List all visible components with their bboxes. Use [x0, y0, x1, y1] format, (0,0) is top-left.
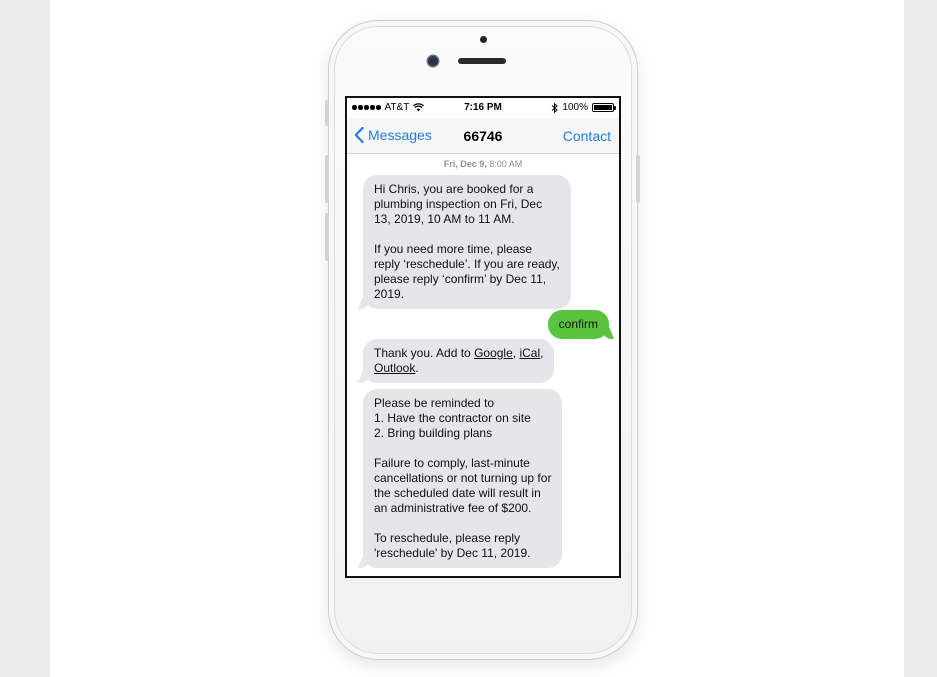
message-text: . [415, 361, 419, 375]
message-line: Please be reminded to [374, 396, 495, 410]
message-spacer [374, 516, 551, 531]
message-line: If you need more time, please [374, 242, 533, 256]
ical-link[interactable]: iCal [519, 346, 540, 360]
message-bubble-incoming: Hi Chris, you are booked for a plumbing … [363, 175, 571, 309]
proximity-sensor [480, 36, 487, 43]
phone-screen: AT&T 7:16 PM 100% Messages 66746 Contact… [345, 96, 621, 578]
contact-button[interactable]: Contact [563, 128, 611, 144]
message-line: please reply ‘confirm’ by Dec 11, [374, 272, 547, 286]
mute-switch [325, 100, 329, 126]
message-line: 13, 2019, 10 AM to 11 AM. [374, 212, 515, 226]
battery-fill [594, 105, 612, 110]
volume-down-button [325, 213, 329, 261]
message-line: 2. Bring building plans [374, 426, 493, 440]
message-line: plumbing inspection on Fri, Dec [374, 197, 543, 211]
google-calendar-link[interactable]: Google [474, 346, 513, 360]
message-line: Failure to comply, last-minute [374, 456, 530, 470]
message-spacer [374, 227, 560, 242]
message-line: 1. Have the contractor on site [374, 411, 531, 425]
message-bubble-outgoing: confirm [547, 310, 609, 339]
message-bubble-incoming: Please be reminded to 1. Have the contra… [363, 389, 563, 568]
battery-percent: 100% [562, 102, 588, 113]
status-bar: AT&T 7:16 PM 100% [347, 98, 619, 118]
front-camera [428, 56, 438, 66]
navigation-bar: Messages 66746 Contact [347, 118, 619, 154]
message-bubble-incoming: Thank you. Add to Google, iCal, Outlook. [363, 339, 555, 383]
battery-icon [592, 103, 616, 112]
earpiece-speaker [458, 58, 506, 64]
message-thread[interactable]: Fri, Dec 9, 8:00 AM Hi Chris, you are bo… [347, 154, 619, 576]
bluetooth-icon [552, 102, 559, 113]
message-text: , [540, 346, 544, 360]
message-line: 'reschedule' by Dec 11, 2019. [374, 546, 531, 560]
message-line: Outlook. [374, 361, 543, 376]
message-text: Thank you. Add to [374, 346, 475, 360]
message-line: To reschedule, please reply [374, 531, 521, 545]
message-line: an administrative fee of $200. [374, 501, 532, 515]
message-text: confirm [558, 317, 598, 331]
timestamp-day: Fri, Dec 9, [443, 159, 487, 169]
thread-timestamp: Fri, Dec 9, 8:00 AM [347, 159, 619, 169]
message-line: 2019. [374, 287, 405, 301]
status-right: 100% [551, 102, 616, 113]
timestamp-time: 8:00 AM [489, 159, 523, 169]
message-line: Thank you. Add to Google, iCal, [374, 346, 543, 361]
power-button [636, 155, 640, 203]
message-line: Hi Chris, you are booked for a [374, 182, 534, 196]
volume-up-button [325, 155, 329, 203]
message-line: reply ‘reschedule’. If you are ready, [374, 257, 560, 271]
message-line: the scheduled date will result in [374, 486, 541, 500]
message-spacer [374, 441, 551, 456]
message-line: cancellations or not turning up for [374, 471, 552, 485]
outlook-link[interactable]: Outlook [374, 361, 415, 375]
